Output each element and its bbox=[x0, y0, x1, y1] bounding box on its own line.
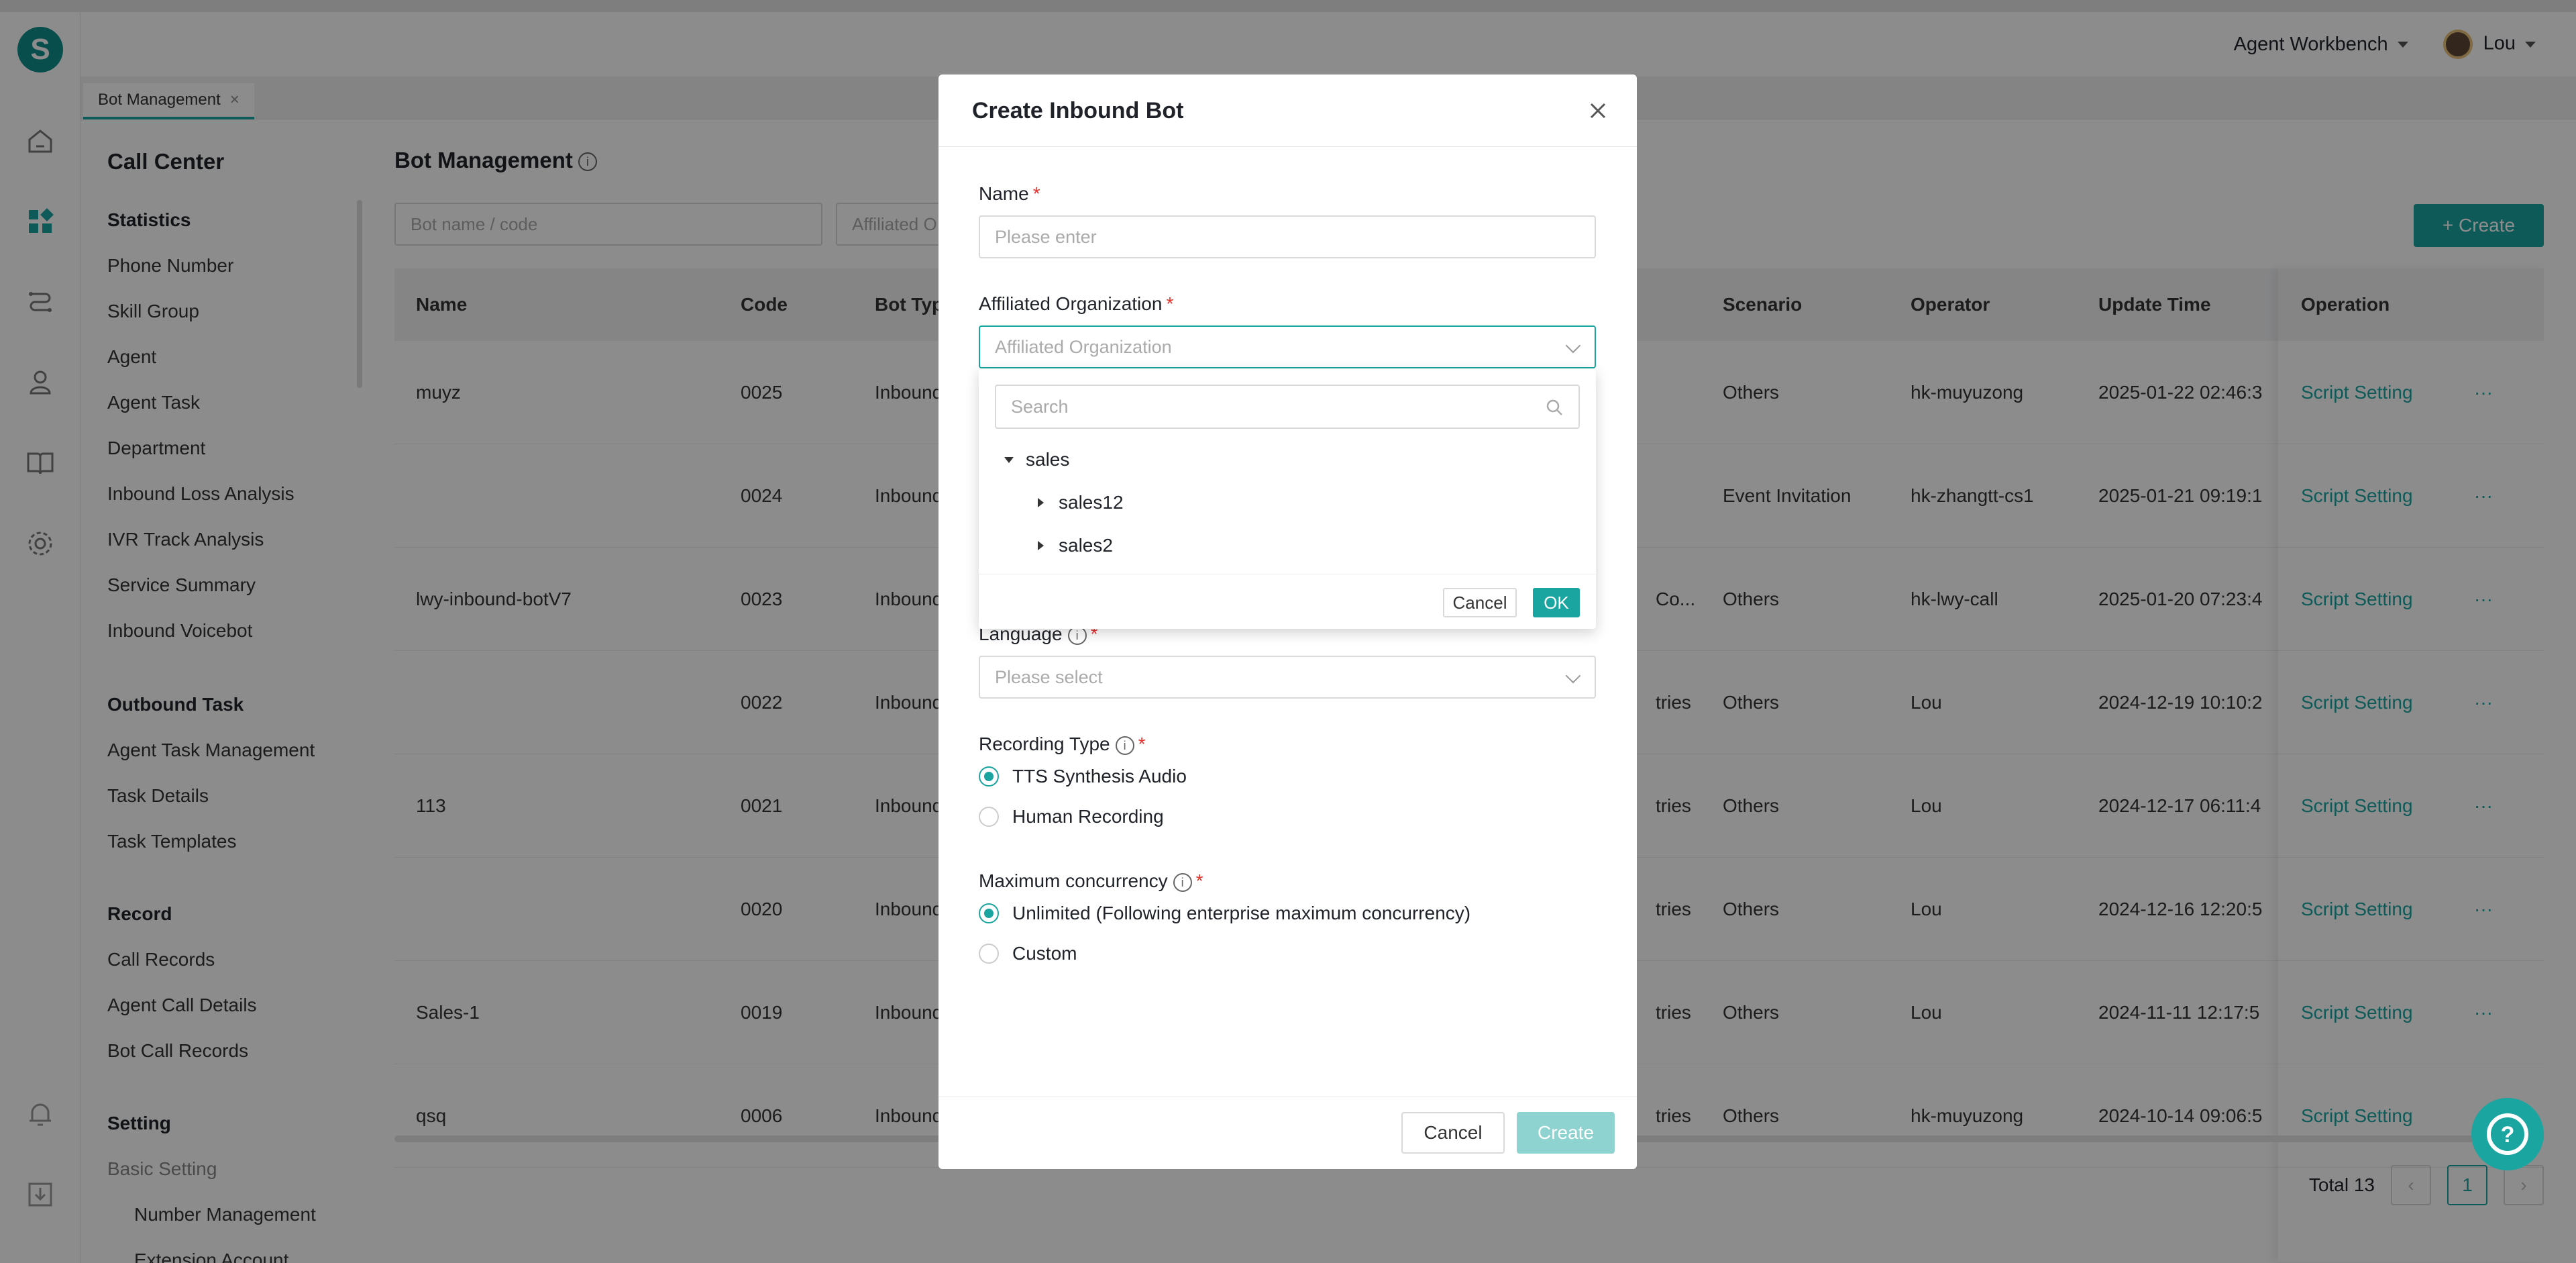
dropdown-cancel-button[interactable]: Cancel bbox=[1443, 588, 1517, 617]
radio-human-recording[interactable]: Human Recording bbox=[979, 806, 1164, 827]
radio-tts[interactable]: TTS Synthesis Audio bbox=[979, 766, 1187, 787]
recording-type-label: Recording Type i * bbox=[979, 734, 1146, 755]
name-label-text: Name bbox=[979, 183, 1029, 204]
dialog-title: Create Inbound Bot bbox=[972, 98, 1184, 123]
radio-human-label: Human Recording bbox=[1012, 806, 1164, 827]
dialog-header: Create Inbound Bot bbox=[938, 74, 1637, 147]
org-select-placeholder: Affiliated Organization bbox=[995, 337, 1172, 357]
radio-dot bbox=[979, 807, 999, 827]
cancel-button[interactable]: Cancel bbox=[1401, 1112, 1505, 1154]
org-search-input[interactable]: Search bbox=[995, 385, 1580, 429]
language-select[interactable]: Please select bbox=[979, 656, 1596, 699]
max-concurrency-label: Maximum concurrency i * bbox=[979, 870, 1203, 892]
info-icon: i bbox=[1173, 872, 1192, 892]
help-icon: ? bbox=[2487, 1113, 2528, 1155]
required-mark: * bbox=[1195, 870, 1203, 891]
dropdown-ok-button[interactable]: OK bbox=[1533, 588, 1580, 617]
required-mark: * bbox=[1166, 293, 1174, 314]
chevron-down-icon bbox=[1565, 668, 1581, 684]
org-label-text: Affiliated Organization bbox=[979, 293, 1163, 314]
org-search-placeholder: Search bbox=[1011, 397, 1069, 417]
dialog-footer: Cancel Create bbox=[938, 1097, 1637, 1169]
org-select[interactable]: Affiliated Organization bbox=[979, 325, 1596, 368]
required-mark: * bbox=[1138, 734, 1146, 754]
radio-unlimited-label: Unlimited (Following enterprise maximum … bbox=[1012, 903, 1471, 923]
help-button[interactable]: ? bbox=[2471, 1098, 2544, 1170]
tree-node-sales[interactable]: sales bbox=[1004, 449, 1069, 470]
tree-node-label: sales2 bbox=[1059, 535, 1113, 556]
org-tree-dropdown: Search sales sales12 sales2 Cancel OK bbox=[979, 368, 1596, 629]
required-mark: * bbox=[1032, 183, 1040, 204]
radio-unlimited[interactable]: Unlimited (Following enterprise maximum … bbox=[979, 903, 1470, 924]
close-icon[interactable] bbox=[1586, 99, 1610, 123]
tree-node-label: sales12 bbox=[1059, 492, 1124, 513]
tree-node-sales12[interactable]: sales12 bbox=[1038, 492, 1124, 513]
tree-node-sales2[interactable]: sales2 bbox=[1038, 535, 1113, 556]
recording-label-text: Recording Type bbox=[979, 734, 1110, 754]
chevron-down-icon bbox=[1565, 338, 1581, 354]
radio-dot-selected bbox=[979, 903, 999, 923]
radio-dot bbox=[979, 944, 999, 964]
tree-node-label: sales bbox=[1026, 449, 1070, 470]
org-label: Affiliated Organization * bbox=[979, 293, 1173, 315]
create-button[interactable]: Create bbox=[1517, 1112, 1615, 1154]
language-select-placeholder: Please select bbox=[995, 667, 1103, 687]
radio-dot-selected bbox=[979, 766, 999, 787]
name-input[interactable]: Please enter bbox=[979, 215, 1596, 258]
caret-right-icon[interactable] bbox=[1038, 498, 1044, 507]
radio-custom-label: Custom bbox=[1012, 943, 1077, 964]
name-label: Name * bbox=[979, 183, 1040, 205]
caret-right-icon[interactable] bbox=[1038, 541, 1044, 550]
radio-custom[interactable]: Custom bbox=[979, 943, 1077, 964]
svg-text:?: ? bbox=[2501, 1122, 2515, 1148]
radio-tts-label: TTS Synthesis Audio bbox=[1012, 766, 1187, 787]
dropdown-footer: Cancel OK bbox=[979, 574, 1596, 629]
concurrency-label-text: Maximum concurrency bbox=[979, 870, 1168, 891]
search-icon bbox=[1546, 399, 1562, 415]
info-icon: i bbox=[1115, 736, 1134, 755]
caret-down-icon[interactable] bbox=[1004, 456, 1014, 463]
